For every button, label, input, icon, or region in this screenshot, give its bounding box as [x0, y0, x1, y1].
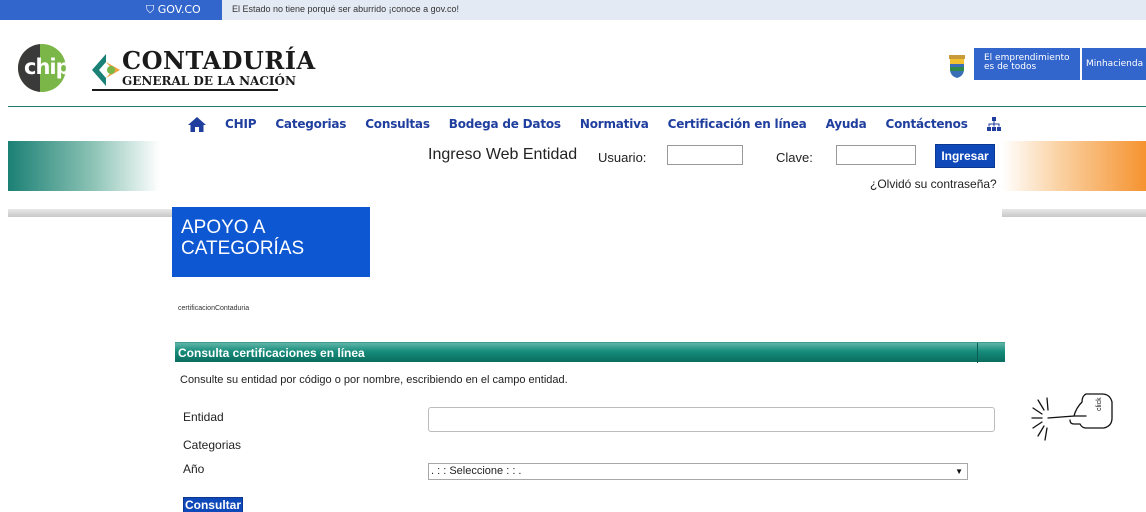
user-input[interactable]	[667, 145, 743, 165]
nav-item-ayuda[interactable]: Ayuda	[826, 117, 867, 131]
band-gradient-left	[8, 141, 160, 191]
forgot-password-link[interactable]: ¿Olvidó su contraseña?	[870, 177, 997, 191]
gov-shield-icon: ⛉	[146, 3, 155, 16]
page: ⛉ GOV.CO El Estado no tiene porqué ser a…	[0, 0, 1146, 512]
gov-message[interactable]: El Estado no tiene porqué ser aburrido ¡…	[232, 4, 459, 14]
login-title: Ingreso Web Entidad	[428, 146, 578, 163]
chip-logo[interactable]: chip	[18, 44, 66, 92]
ano-label: Año	[183, 462, 205, 476]
main-nav: CHIP Categorias Consultas Bodega de Dato…	[188, 115, 1001, 133]
ano-select-value: . : : Seleccione : : .	[431, 465, 522, 477]
user-label: Usuario:	[598, 150, 647, 165]
gov-logo[interactable]: ⛉ GOV.CO	[146, 3, 201, 17]
click-hand-icon[interactable]: click	[1030, 388, 1115, 448]
consulta-panel-title: Consulta certificaciones en línea	[178, 346, 365, 360]
nav-item-normativa[interactable]: Normativa	[580, 117, 649, 131]
chip-logo-text: chip	[24, 55, 66, 79]
nav-item-bodega[interactable]: Bodega de Datos	[449, 117, 561, 131]
entidad-label: Entidad	[183, 410, 224, 424]
password-input[interactable]	[836, 145, 916, 165]
nav-item-certificacion[interactable]: Certificación en línea	[668, 117, 807, 131]
consultar-button[interactable]: Consultar	[183, 497, 243, 512]
nav-item-chip[interactable]: CHIP	[225, 117, 257, 131]
contaduria-emblem-icon	[92, 54, 120, 86]
section-title: APOYO A CATEGORÍAS	[172, 207, 370, 277]
nav-item-contactenos[interactable]: Contáctenos	[885, 117, 967, 131]
nav-item-consultas[interactable]: Consultas	[365, 117, 430, 131]
divider-right	[1002, 209, 1146, 217]
svg-text:click: click	[1096, 397, 1103, 411]
header-divider	[8, 106, 1146, 107]
login-button[interactable]: Ingresar	[935, 144, 995, 168]
breadcrumb: certificacionContaduria	[178, 305, 250, 312]
sitemap-icon[interactable]	[986, 117, 1001, 131]
categorias-label: Categorias	[183, 438, 242, 452]
password-label: Clave:	[776, 150, 813, 165]
dropdown-arrow-icon: ▼	[955, 467, 963, 476]
consulta-panel-header: Consulta certificaciones en línea	[175, 342, 1005, 363]
band-gradient-right	[1002, 141, 1146, 191]
gov-bar: ⛉ GOV.CO El Estado no tiene porqué ser a…	[0, 0, 1146, 20]
entidad-input[interactable]	[428, 407, 995, 432]
slogan-banner[interactable]: El emprendimiento es de todos	[974, 48, 1080, 80]
entity-subname[interactable]: GENERAL DE LA NACIÓN	[122, 74, 296, 88]
nav-item-categorias[interactable]: Categorias	[275, 117, 346, 131]
colombia-coat-of-arms-icon	[949, 55, 965, 78]
ministry-link[interactable]: Minhacienda	[1082, 48, 1146, 80]
ano-select[interactable]: . : : Seleccione : : . ▼	[428, 463, 968, 480]
gov-logo-box[interactable]: ⛉ GOV.CO	[0, 0, 222, 20]
home-icon[interactable]	[188, 116, 206, 132]
divider-left	[8, 209, 172, 217]
consulta-instructions: Consulte su entidad por código o por nom…	[180, 374, 568, 386]
entity-name[interactable]: CONTADURÍA	[122, 46, 316, 75]
